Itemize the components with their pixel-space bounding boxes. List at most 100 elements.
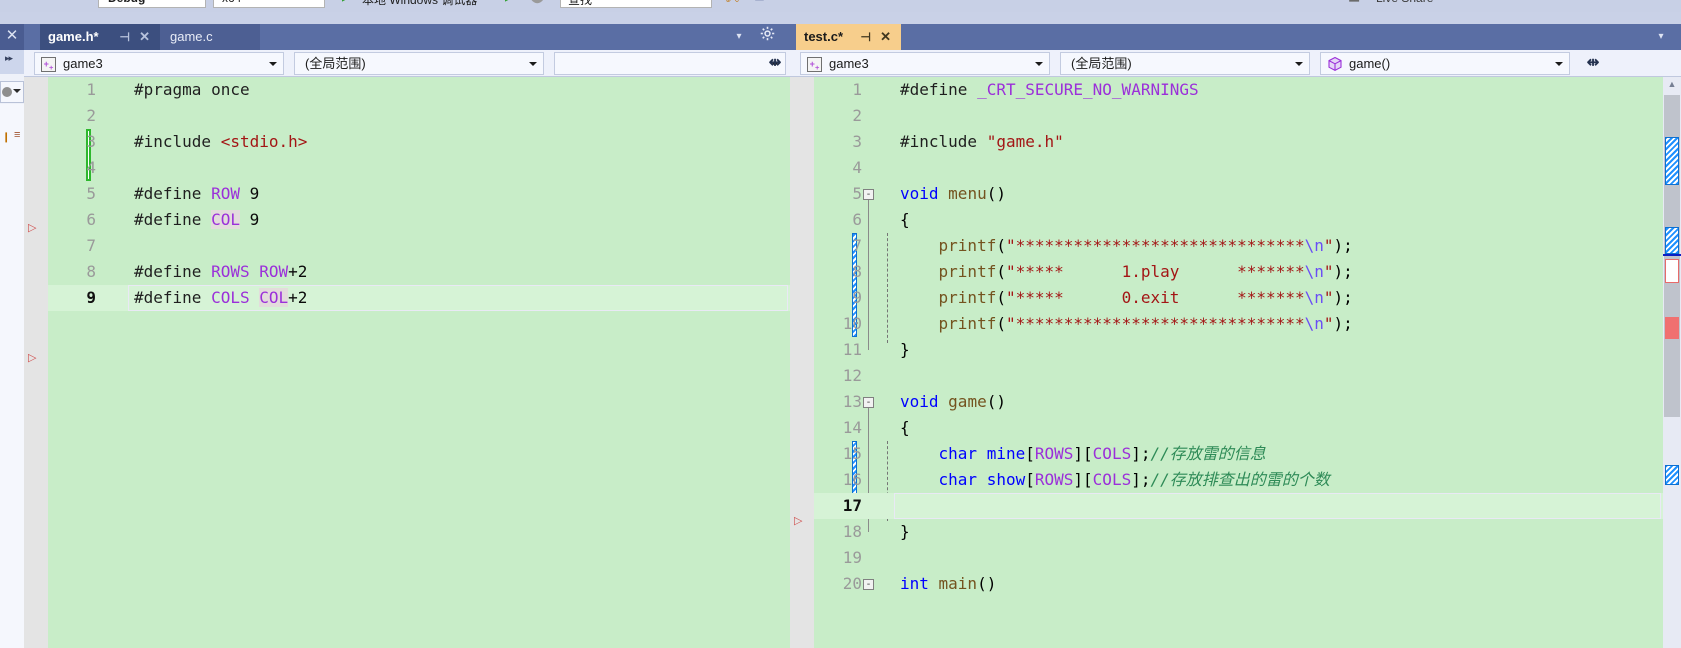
line-text: #define COLS COL+2 — [134, 288, 308, 307]
line-number: 16 — [842, 470, 862, 489]
code-line: 6 { — [814, 207, 1663, 233]
line-text: #include "game.h" — [900, 132, 1064, 151]
platform-combo-label: x64 — [222, 0, 241, 5]
chevron-down-icon[interactable] — [1555, 62, 1563, 66]
vertical-scrollbar-right[interactable]: ▲ — [1663, 77, 1681, 648]
code-line-current: 17 — [814, 493, 1663, 519]
code-line: 8 printf("***** 1.play *******\n"); — [814, 259, 1663, 285]
scope-combo-left[interactable]: (全局范围) — [294, 52, 544, 75]
code-line: 7 — [48, 233, 790, 259]
caret-position-marker — [1663, 254, 1681, 256]
code-text-left[interactable]: 1 #pragma once 2 3 #include <stdio.h> 4 … — [48, 77, 790, 648]
code-editor-right[interactable]: - - - ▷ 1 #define _CRT_SECURE_NO_WARNING… — [790, 77, 1663, 648]
chevron-right-double-icon[interactable]: ▸▸ — [5, 53, 13, 64]
search-input-label: 查找 — [568, 0, 593, 7]
visual-studio-window: ↶ ↷ Debug x64 ▶ 本地 Windows 调试器 ▶ ⬤ 查找 🛠 … — [0, 0, 1681, 648]
project-combo-left[interactable]: ++ game3 — [34, 52, 284, 75]
redo-icon[interactable]: ↷ — [50, 0, 61, 2]
code-line: 1 #pragma once — [48, 77, 790, 103]
start-no-debug-icon[interactable]: ▶ — [505, 0, 515, 2]
code-text-right[interactable]: 1 #define _CRT_SECURE_NO_WARNINGS 2 3 #i… — [814, 77, 1663, 648]
line-number: 9 — [852, 288, 862, 307]
split-view-button-right[interactable]: ⇹ — [1582, 52, 1604, 75]
main-toolbar: ↶ ↷ Debug x64 ▶ 本地 Windows 调试器 ▶ ⬤ 查找 🛠 … — [0, 0, 1681, 12]
undo-icon[interactable]: ↶ — [8, 0, 19, 2]
tab-test-c[interactable]: test.c* ⊣ ✕ — [796, 24, 901, 50]
pin-icon[interactable]: ⊣ — [120, 24, 130, 50]
line-text: } — [900, 522, 910, 541]
stop-icon[interactable]: ⬤ — [530, 0, 545, 2]
gear-icon[interactable] — [756, 24, 778, 50]
split-view-button-left[interactable]: ⇹ — [764, 52, 786, 75]
member-combo-left[interactable] — [554, 52, 786, 75]
cpp-file-icon: ++ — [807, 57, 822, 72]
project-combo-right[interactable]: ++ game3 — [800, 52, 1050, 75]
change-marker[interactable] — [1665, 137, 1679, 185]
code-line: 19 — [814, 545, 1663, 571]
code-editor-left[interactable]: ▷ ▷ 1 #pragma once 2 3 #include <stdio.h… — [24, 77, 790, 648]
line-text: } — [900, 340, 910, 359]
line-text: int main() — [900, 574, 997, 593]
line-text: #define _CRT_SECURE_NO_WARNINGS — [900, 80, 1199, 99]
start-debug-icon[interactable]: ▶ — [342, 0, 352, 2]
change-marker[interactable] — [1665, 465, 1679, 485]
navigation-bar-left: ++ game3 (全局范围) ⇹ — [24, 50, 790, 77]
code-line: 1 #define _CRT_SECURE_NO_WARNINGS — [814, 77, 1663, 103]
line-number: 17 — [842, 496, 862, 515]
close-icon[interactable]: ✕ — [880, 24, 891, 50]
tabstrip-right: test.c* ⊣ ✕ ▾ — [790, 24, 1681, 50]
chevron-down-icon[interactable] — [269, 62, 277, 66]
scroll-up-arrow[interactable]: ▲ — [1663, 77, 1681, 93]
chevron-down-icon[interactable] — [1035, 62, 1043, 66]
chevron-up-icon[interactable]: ⌃ — [1630, 0, 1641, 2]
line-text: #include <stdio.h> — [134, 132, 308, 151]
project-combo-left-label: game3 — [63, 56, 103, 71]
live-share-label: Live Share — [1376, 0, 1433, 5]
code-line: 16 char show[ROWS][COLS];//存放排查出的雷的个数 — [814, 467, 1663, 493]
left-dock-header: ✕ — [0, 24, 24, 50]
line-number: 12 — [842, 366, 862, 385]
line-number: 4 — [86, 158, 96, 177]
code-line: 14 { — [814, 415, 1663, 441]
line-text: void menu() — [900, 184, 1006, 203]
code-line: 2 — [814, 103, 1663, 129]
tab-label: game.h* — [48, 29, 99, 44]
run-to-glyph[interactable]: ▷ — [794, 514, 808, 528]
navigation-bar-right: ++ game3 (全局范围) game() ⇹ — [790, 50, 1681, 77]
line-number: 2 — [86, 106, 96, 125]
left-dock-combo[interactable] — [0, 81, 24, 103]
tab-game-h[interactable]: game.h* ⊣ ✕ — [40, 24, 160, 50]
tab-overflow-icon[interactable]: ▾ — [730, 24, 748, 50]
line-number: 20 — [842, 574, 862, 593]
close-icon[interactable]: ✕ — [4, 28, 20, 44]
wrench-icon[interactable]: 🛠 — [724, 0, 741, 2]
code-line: 10 printf("*****************************… — [814, 311, 1663, 337]
error-marker[interactable] — [1665, 317, 1679, 339]
chevron-down-icon[interactable] — [13, 89, 21, 93]
chevron-down-icon[interactable] — [1295, 62, 1303, 66]
scope-combo-right[interactable]: (全局范围) — [1060, 52, 1310, 75]
member-combo-right[interactable]: game() — [1320, 52, 1570, 75]
tab-overflow-icon[interactable]: ▾ — [1651, 24, 1671, 50]
close-icon[interactable]: ✕ — [139, 24, 150, 50]
start-debug-label: 本地 Windows 调试器 — [362, 0, 478, 7]
line-number: 2 — [852, 106, 862, 125]
error-marker[interactable] — [1665, 259, 1679, 283]
run-to-glyph[interactable]: ▷ — [28, 351, 42, 365]
line-number: 3 — [852, 132, 862, 151]
chevron-down-icon[interactable] — [529, 62, 537, 66]
tab-game-c[interactable]: game.c — [160, 24, 260, 50]
pin-icon[interactable]: ⊣ — [861, 24, 871, 50]
code-line: 15 char mine[ROWS][COLS];//存放雷的信息 — [814, 441, 1663, 467]
left-tool-dock: ✕ ▸▸ ❙ ≡ — [0, 24, 24, 648]
code-line: 20 int main() — [814, 571, 1663, 597]
line-text: printf("***** 0.exit *******\n"); — [938, 288, 1353, 307]
code-line: 13 void game() — [814, 389, 1663, 415]
code-line-current: 9 #define COLS COL+2 — [48, 285, 790, 311]
cpp-file-icon: ++ — [41, 57, 56, 72]
window-layout-icon[interactable]: ⊞ — [754, 0, 765, 2]
change-marker[interactable] — [1665, 227, 1679, 254]
live-share-icon[interactable]: ⬓ — [1348, 0, 1360, 2]
line-number: 8 — [86, 262, 96, 281]
run-to-glyph[interactable]: ▷ — [28, 221, 42, 235]
